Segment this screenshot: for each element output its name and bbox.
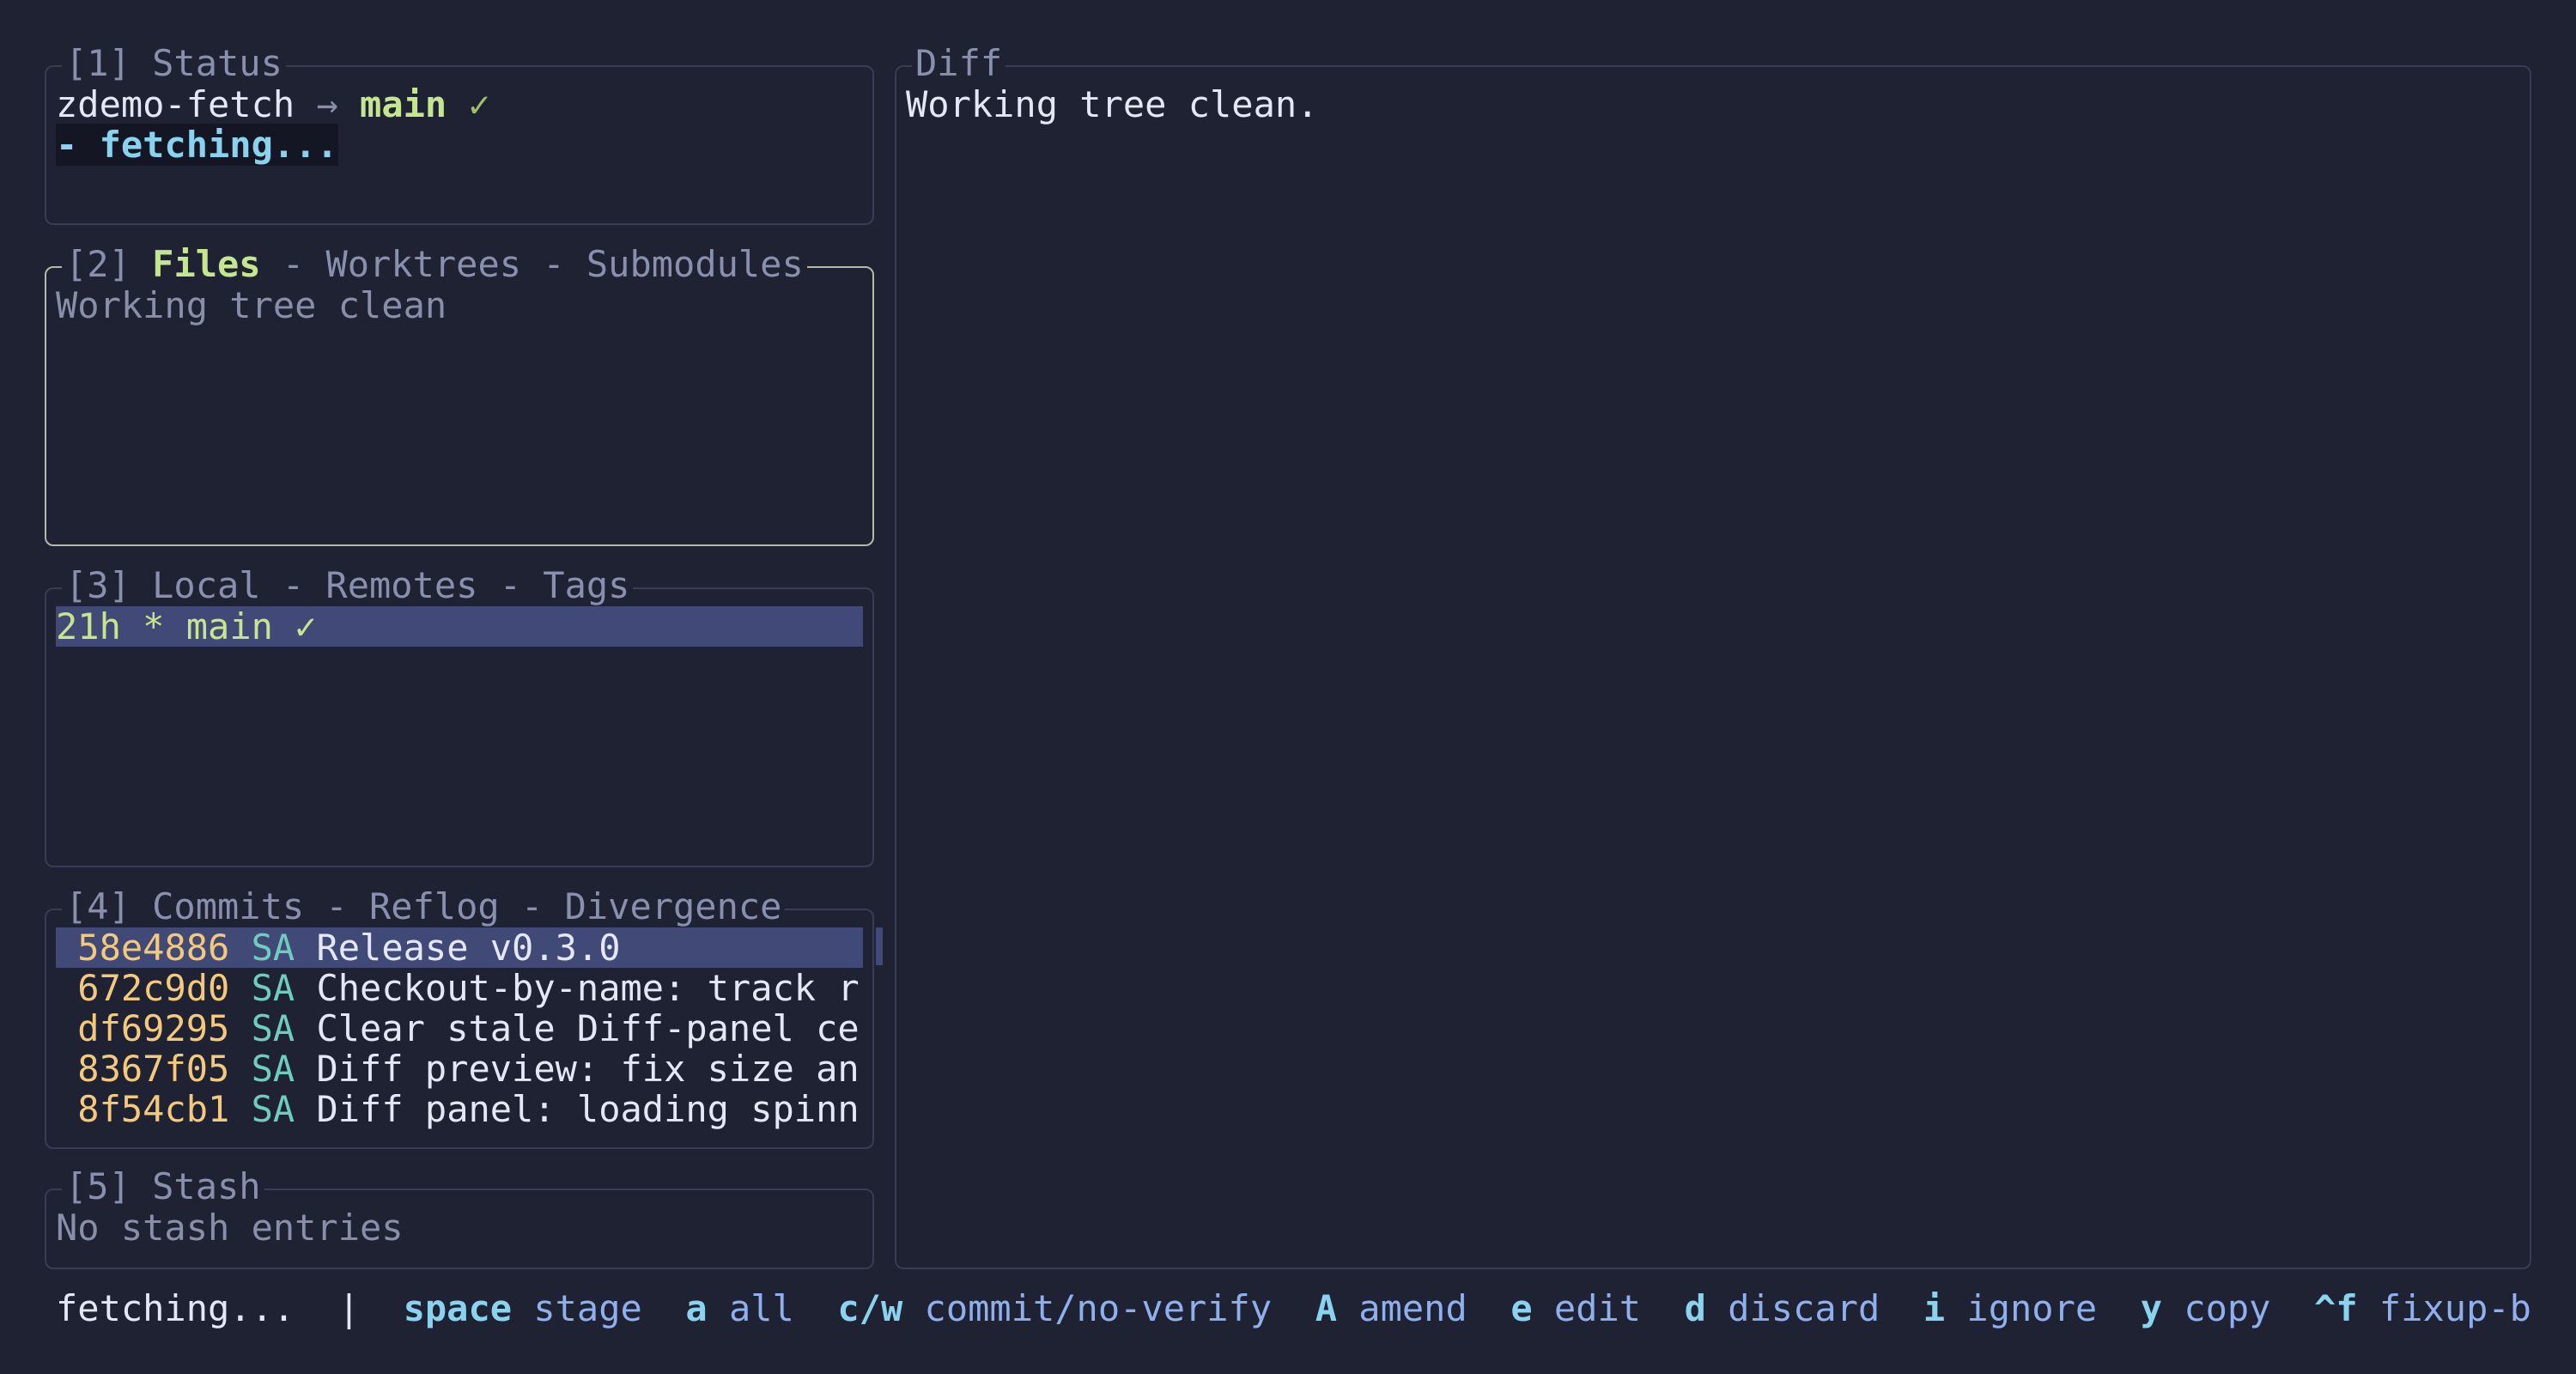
commit-author: SA <box>251 967 295 1009</box>
separator: | <box>337 1287 361 1329</box>
current-marker: * <box>143 605 165 647</box>
keybinding-fixup[interactable]: ^f fixup-b <box>2314 1287 2531 1329</box>
stash-panel-title: [5] Stash <box>62 1166 264 1207</box>
commit-message: Diff preview: fix size an <box>316 1048 860 1090</box>
commit-message: Checkout-by-name: track r <box>316 967 860 1009</box>
keybinding-copy[interactable]: y copy <box>2141 1287 2271 1329</box>
files-panel-number: [2] <box>65 243 131 285</box>
diff-panel-title: Diff <box>912 43 1006 83</box>
commits-panel-title: [4] Commits - Reflog - Divergence <box>62 886 786 927</box>
activity-text: fetching... <box>56 1287 295 1329</box>
commit-author: SA <box>251 1088 295 1130</box>
keybinding-all[interactable]: a all <box>685 1287 793 1329</box>
branch-row-main[interactable]: 21h * main ✓ <box>56 606 863 647</box>
stash-empty-text: No stash entries <box>56 1207 404 1249</box>
commit-message: Clear stale Diff-panel ce <box>316 1007 860 1049</box>
commit-hash: 8f54cb1 <box>77 1088 230 1130</box>
keybinding-edit[interactable]: e edit <box>1510 1287 1641 1329</box>
branch-age: 21h <box>56 605 121 647</box>
commit-row[interactable]: 8f54cb1 SA Diff panel: loading spinn <box>56 1088 860 1130</box>
keybinding-amend[interactable]: A amend <box>1315 1287 1467 1329</box>
commit-author: SA <box>251 1048 295 1090</box>
keybinding-ignore[interactable]: i ignore <box>1923 1287 2097 1329</box>
tab-worktrees-submodules[interactable]: - Worktrees - Submodules <box>283 243 804 285</box>
arrow-icon: → <box>316 83 338 125</box>
commit-author: SA <box>251 1007 295 1049</box>
commit-message: Diff panel: loading spinn <box>316 1088 860 1130</box>
fetch-status: - fetching... <box>56 124 338 166</box>
keybinding-stage[interactable]: space stage <box>404 1287 642 1329</box>
commit-hash: 58e4886 <box>77 927 230 969</box>
fetch-status-line: - fetching... <box>56 124 338 166</box>
commits-scrollbar[interactable] <box>876 927 883 965</box>
tab-files[interactable]: Files <box>152 243 260 285</box>
keybinding-commit[interactable]: c/w commit/no-verify <box>837 1287 1272 1329</box>
files-empty-text: Working tree clean <box>56 284 447 326</box>
check-icon: ✓ <box>295 605 317 647</box>
files-panel-title: [2] Files - Worktrees - Submodules <box>62 244 807 284</box>
branch-name: main <box>185 605 273 647</box>
check-icon: ✓ <box>468 83 490 125</box>
commit-author: SA <box>251 927 295 969</box>
commit-row[interactable]: 8367f05 SA Diff preview: fix size an <box>56 1048 860 1090</box>
keybinding-discard[interactable]: d discard <box>1685 1287 1880 1329</box>
commit-row[interactable]: 58e4886 SA Release v0.3.0 <box>56 927 863 968</box>
commit-row[interactable]: df69295 SA Clear stale Diff-panel ce <box>56 1007 860 1049</box>
diff-panel[interactable]: Diff <box>895 43 2531 1269</box>
status-repo-line: zdemo-fetch → main ✓ <box>56 84 490 125</box>
branches-panel-title: [3] Local - Remotes - Tags <box>62 565 634 605</box>
status-bar: fetching... | space stage a all c/w comm… <box>56 1288 2531 1328</box>
diff-content: Working tree clean. <box>906 83 1319 125</box>
repo-name: zdemo-fetch <box>56 83 295 125</box>
current-branch: main <box>360 83 447 125</box>
commit-row[interactable]: 672c9d0 SA Checkout-by-name: track r <box>56 967 860 1009</box>
status-panel-title: [1] Status <box>62 43 286 83</box>
commit-message: Release v0.3.0 <box>316 927 621 969</box>
commit-hash: 672c9d0 <box>77 967 230 1009</box>
commit-hash: df69295 <box>77 1007 230 1049</box>
commit-hash: 8367f05 <box>77 1048 230 1090</box>
